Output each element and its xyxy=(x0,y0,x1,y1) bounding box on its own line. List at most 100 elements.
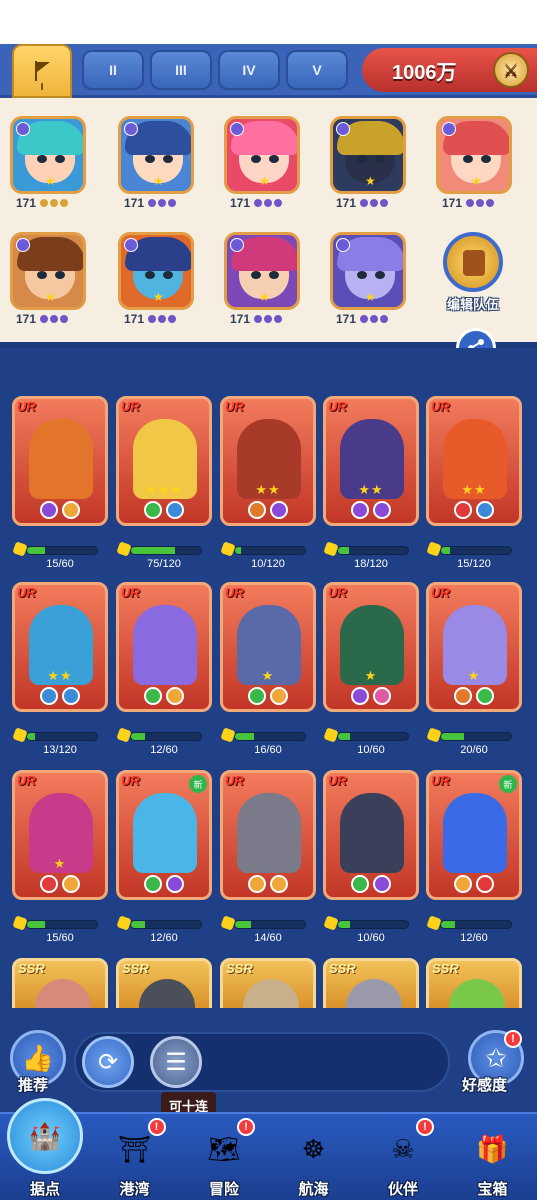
team-hero-card[interactable]: ★ 171 xyxy=(436,116,514,210)
element-icons xyxy=(429,501,519,519)
fragment-count: 10/120 xyxy=(251,558,285,570)
tab-formation-5[interactable]: V xyxy=(286,50,348,90)
hero-card[interactable]: UR ★★ xyxy=(426,396,522,526)
hero-card[interactable]: UR xyxy=(220,770,316,900)
nav-item-base[interactable]: 🏰 据点 xyxy=(0,1098,90,1200)
hero-stars: ★★★ xyxy=(145,482,183,497)
hero-portrait: ★ xyxy=(10,232,86,310)
fragment-icon xyxy=(426,541,442,557)
hero-card[interactable]: UR ★★ xyxy=(12,582,108,712)
filter-button[interactable]: ☰ xyxy=(150,1036,202,1088)
rank-dot xyxy=(148,315,157,323)
element-icons xyxy=(15,875,105,893)
progress-fill xyxy=(131,547,175,554)
rarity-label: SSR xyxy=(432,961,459,976)
progress-fill xyxy=(441,547,450,554)
tab-formation-4[interactable]: IV xyxy=(218,50,280,90)
hero-card[interactable]: UR xyxy=(116,582,212,712)
fragment-progress: 10/60 xyxy=(323,727,419,756)
hero-stars: ★★ xyxy=(255,482,281,497)
element-icon xyxy=(40,875,58,893)
hero-card[interactable]: UR ★ xyxy=(220,582,316,712)
hero-card-ssr[interactable]: SSR xyxy=(12,958,108,1008)
fragment-progress: 10/60 xyxy=(323,915,419,944)
element-icon xyxy=(62,687,80,705)
team-hero-card[interactable]: ★ 171 xyxy=(224,116,302,210)
fragment-icon xyxy=(116,727,132,743)
nav-item-harbor[interactable]: ⛩ 港湾! xyxy=(90,1114,180,1200)
team-hero-card[interactable]: ★ 171 xyxy=(118,116,196,210)
fragment-progress: 12/60 xyxy=(116,727,212,756)
rank-dot xyxy=(60,199,69,207)
element-icon xyxy=(476,875,494,893)
refresh-button[interactable]: ⟳ xyxy=(82,1036,134,1088)
hero-card[interactable]: UR ★★ xyxy=(220,396,316,526)
hero-card-ssr[interactable]: SSR xyxy=(116,958,212,1008)
hero-card[interactable]: UR 新 xyxy=(116,770,212,900)
tab-formation-2[interactable]: II xyxy=(82,50,144,90)
refresh-icon: ⟳ xyxy=(97,1048,119,1076)
team-hero-card[interactable]: ★ 171 xyxy=(10,116,88,210)
edit-team-button[interactable]: 编辑队伍 xyxy=(434,232,512,318)
element-icons xyxy=(326,687,416,705)
tab-label: II xyxy=(109,62,117,78)
progress-bar xyxy=(440,546,512,555)
element-icon xyxy=(40,687,58,705)
crossed-swords-icon[interactable]: ⚔ xyxy=(493,52,529,88)
rarity-label: UR xyxy=(431,399,450,414)
hero-card[interactable]: UR ★★ xyxy=(323,396,419,526)
fragment-progress: 16/60 xyxy=(220,727,316,756)
rank-dot xyxy=(466,199,475,207)
star-icon: ★ xyxy=(153,174,164,188)
tab-label: I xyxy=(40,82,44,93)
element-icons xyxy=(119,687,209,705)
fragment-count: 18/120 xyxy=(354,558,388,570)
team-hero-card[interactable]: ★ 171 xyxy=(330,116,408,210)
rarity-label: UR xyxy=(328,399,347,414)
hero-card-ssr[interactable]: SSR xyxy=(323,958,419,1008)
hero-art xyxy=(463,155,473,163)
nav-item-chest[interactable]: 🎁 宝箱 xyxy=(448,1114,537,1200)
nav-item-map[interactable]: 🗺 冒险! xyxy=(179,1114,269,1200)
nav-label: 冒险 xyxy=(208,1181,239,1198)
progress-bar xyxy=(440,920,512,929)
hero-card[interactable]: UR ★ xyxy=(426,582,522,712)
team-hero-card[interactable]: ★ 171 xyxy=(224,232,302,326)
team-hero-card[interactable]: ★ 171 xyxy=(330,232,408,326)
fragment-count: 20/60 xyxy=(460,744,488,756)
progress-bar xyxy=(26,920,98,929)
new-badge: 新 xyxy=(189,775,207,793)
team-hero-card[interactable]: ★ 171 xyxy=(10,232,88,326)
hero-card[interactable]: UR ★★★ xyxy=(116,396,212,526)
star-icon: ★ xyxy=(45,290,56,304)
nav-item-pirate[interactable]: ☠ 伙伴! xyxy=(358,1114,448,1200)
rank-dots xyxy=(254,199,283,207)
tab-label: V xyxy=(312,62,322,78)
hero-card[interactable]: UR ★ xyxy=(323,582,419,712)
rank-dot xyxy=(60,315,69,323)
hero-card[interactable]: UR xyxy=(323,770,419,900)
hero-card-ssr[interactable]: SSR xyxy=(220,958,316,1008)
hero-level: 171 xyxy=(442,196,463,210)
star-icon: ★ xyxy=(365,174,376,188)
tab-formation-1[interactable]: I xyxy=(12,44,72,98)
team-hero-card[interactable]: ★ 171 xyxy=(118,232,196,326)
fragment-icon xyxy=(220,915,236,931)
rarity-label: UR xyxy=(121,585,140,600)
element-icons xyxy=(223,501,313,519)
hero-card[interactable]: UR ★ xyxy=(12,770,108,900)
progress-fill xyxy=(338,921,350,928)
element-icons xyxy=(15,687,105,705)
tab-formation-3[interactable]: III xyxy=(150,50,212,90)
element-icon xyxy=(248,687,266,705)
fragment-icon xyxy=(323,727,339,743)
fragment-progress: 20/60 xyxy=(426,727,522,756)
hero-card[interactable]: UR 新 xyxy=(426,770,522,900)
fragment-count: 10/60 xyxy=(357,932,385,944)
hero-card-ssr[interactable]: SSR xyxy=(426,958,522,1008)
hero-card[interactable]: UR xyxy=(12,396,108,526)
element-icons xyxy=(119,875,209,893)
nav-item-helm[interactable]: ☸ 航海 xyxy=(269,1114,359,1200)
hero-portrait: ★ xyxy=(10,116,86,194)
role-icon xyxy=(16,238,30,252)
